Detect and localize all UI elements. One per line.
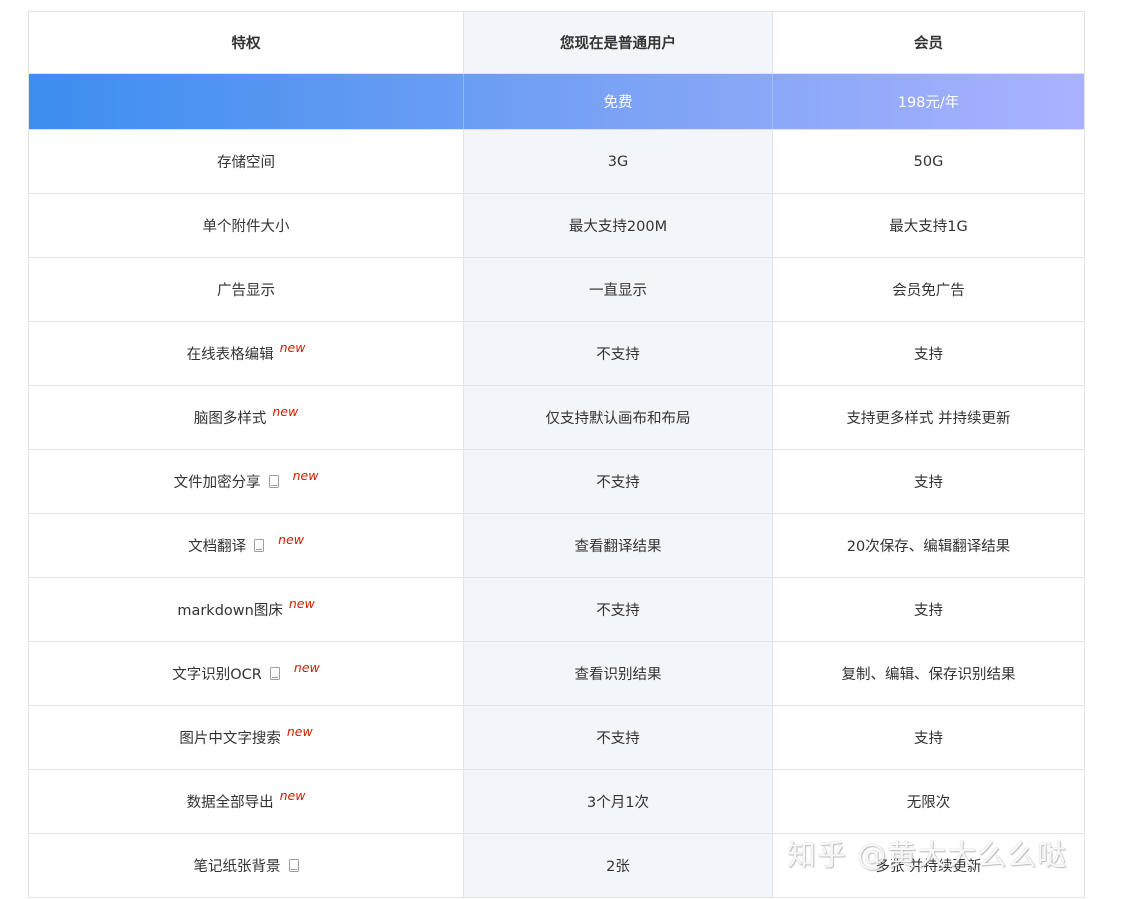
feature-cell: 笔记纸张背景 [29,834,463,897]
member-value: 最大支持1G [889,219,968,235]
free-value: 不支持 [463,578,773,641]
free-value: 不支持 [463,450,773,513]
feature-name: 脑图多样式 [193,411,267,427]
free-value: 仅支持默认画布和布局 [463,386,773,449]
price-row: 免费 198元/年 [29,74,1084,130]
feature-name: 笔记纸张背景 [193,859,281,875]
feature-name: 文字识别OCR [172,667,262,683]
feature-cell: 文件加密分享 new [29,450,463,513]
member-value: 支持 [914,475,943,491]
table-row: 脑图多样式 new 仅支持默认画布和布局 支持更多样式 并持续更新 [29,386,1084,450]
feature-cell: 存储空间 [29,130,463,193]
table-row: 在线表格编辑 new 不支持 支持 [29,322,1084,386]
feature-name: 单个附件大小 [202,219,290,235]
feature-cell: 脑图多样式 new [29,386,463,449]
free-value: 3G [463,130,773,193]
member-value: 支持更多样式 并持续更新 [846,411,1011,427]
new-badge: new [292,468,319,483]
feature-name: 文件加密分享 [173,475,261,491]
feature-cell: 单个附件大小 [29,194,463,257]
free-value: 查看翻译结果 [463,514,773,577]
feature-cell: 数据全部导出 new [29,770,463,833]
member-value: 20次保存、编辑翻译结果 [846,539,1011,555]
price-free: 免费 [463,74,773,129]
new-badge: new [272,404,299,419]
feature-name: 广告显示 [217,283,275,299]
table-row: 单个附件大小 最大支持200M 最大支持1G [29,194,1084,258]
new-badge: new [278,532,304,547]
new-badge: new [279,788,306,803]
mobile-device-icon [269,667,280,680]
feature-cell: 图片中文字搜索 new [29,706,463,769]
table-row: 数据全部导出 new 3个月1次 无限次 [29,770,1084,834]
feature-name: 文档翻译 [188,539,247,555]
feature-cell: markdown图床 new [29,578,463,641]
member-value: 支持 [914,603,943,619]
member-value: 支持 [914,731,943,747]
mobile-device-icon [268,475,279,488]
table-row: 笔记纸张背景 2张 多张 并持续更新 [29,834,1084,898]
feature-cell: 在线表格编辑 new [29,322,463,385]
table-row: 文件加密分享 new 不支持 支持 [29,450,1084,514]
table-row: markdown图床 new 不支持 支持 [29,578,1084,642]
feature-cell: 广告显示 [29,258,463,321]
member-value: 无限次 [906,795,951,811]
table-header-row: 特权 您现在是普通用户 会员 [29,12,1084,74]
feature-rows: 存储空间 3G 50G 单个附件大小 最大支持200M 最大支持1G 广告显示 一直显示 会员免… [29,130,1084,898]
feature-name: 在线表格编辑 [186,347,274,363]
free-value: 3个月1次 [463,770,773,833]
new-badge: new [279,340,306,355]
feature-name: 数据全部导出 [186,795,274,811]
table-row: 存储空间 3G 50G [29,130,1084,194]
table-row: 广告显示 一直显示 会员免广告 [29,258,1084,322]
feature-cell: 文档翻译 new [29,514,463,577]
feature-cell: 文字识别OCR new [29,642,463,705]
table-row: 图片中文字搜索 new 不支持 支持 [29,706,1084,770]
feature-name: 图片中文字搜索 [179,731,281,747]
free-value: 一直显示 [463,258,773,321]
member-value: 会员免广告 [892,283,965,299]
new-badge: new [293,660,320,675]
free-value: 不支持 [463,706,773,769]
feature-name: 存储空间 [217,155,275,171]
price-member: 198元/年 [897,95,960,111]
feature-name: markdown图床 [177,603,283,619]
free-value: 最大支持200M [463,194,773,257]
mobile-device-icon [288,859,299,872]
mobile-device-icon [254,539,265,552]
new-badge: new [286,724,313,739]
free-value: 2张 [463,834,773,897]
table-row: 文档翻译 new 查看翻译结果 20次保存、编辑翻译结果 [29,514,1084,578]
free-value: 查看识别结果 [463,642,773,705]
price-label [29,74,463,129]
new-badge: new [288,596,315,611]
member-value: 多张 并持续更新 [875,859,982,875]
free-value: 不支持 [463,322,773,385]
privilege-comparison-table: 特权 您现在是普通用户 会员 免费 198元/年 存储空间 3G 50G 单个附件大小… [28,11,1085,898]
header-member: 会员 [914,36,943,52]
header-current-user: 您现在是普通用户 [463,12,773,73]
member-value: 复制、编辑、保存识别结果 [841,667,1016,683]
member-value: 支持 [914,347,943,363]
member-value: 50G [913,153,944,170]
header-privilege: 特权 [231,36,261,52]
table-row: 文字识别OCR new 查看识别结果 复制、编辑、保存识别结果 [29,642,1084,706]
